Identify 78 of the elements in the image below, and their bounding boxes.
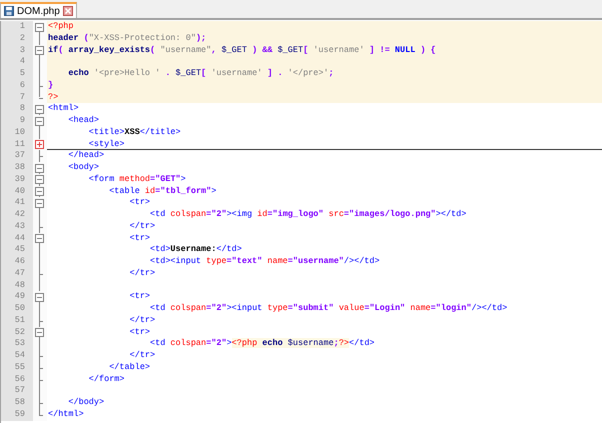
save-icon xyxy=(4,6,14,16)
line-number: 4 xyxy=(1,56,33,68)
line-number: 42 xyxy=(1,209,33,221)
line-number: 11 xyxy=(1,138,33,150)
code-line: if( array_key_exists( "username", $_GET ) && $_GET[ 'username' ] != NULL ) { xyxy=(48,44,436,54)
code-line: <td><input type="text" name="username"/></td> xyxy=(149,256,380,266)
collapse-icon[interactable] xyxy=(35,328,44,337)
line-number: 56 xyxy=(1,374,33,386)
close-icon[interactable] xyxy=(62,6,73,16)
code-line: </tr> xyxy=(128,220,156,231)
line-number: 51 xyxy=(1,314,33,326)
code-line: </body> xyxy=(67,397,104,407)
code-line: <tr> xyxy=(128,197,150,208)
collapse-icon[interactable] xyxy=(35,175,44,184)
code-line: </form> xyxy=(88,374,125,384)
code-line: </tr> xyxy=(128,350,156,360)
code-line: </head> xyxy=(67,150,104,160)
line-number: 1 xyxy=(1,21,33,33)
line-number: 52 xyxy=(1,326,33,338)
code-line: <form method="GET"> xyxy=(88,174,186,184)
code-line: </tr> xyxy=(128,268,156,278)
line-number: 58 xyxy=(1,397,33,409)
code-line: </table> xyxy=(108,362,150,372)
line-number: 49 xyxy=(1,291,33,303)
collapse-icon[interactable] xyxy=(35,187,44,196)
line-number: 3 xyxy=(1,44,33,56)
line-number: 39 xyxy=(1,174,33,186)
code-line: <td colspan="2"><input type="submit" value="Login" name="login"/></td> xyxy=(149,303,508,313)
collapse-icon[interactable] xyxy=(35,104,44,114)
line-number: 9 xyxy=(1,115,33,127)
collapse-icon[interactable] xyxy=(35,46,44,55)
line-number: 10 xyxy=(1,126,33,138)
line-number: 7 xyxy=(1,92,33,104)
collapse-icon[interactable] xyxy=(35,22,44,32)
code-line: </tr> xyxy=(128,314,156,325)
collapse-icon[interactable] xyxy=(35,198,44,208)
line-number: 53 xyxy=(1,338,33,350)
line-number: 59 xyxy=(1,408,33,420)
line-number: 54 xyxy=(1,350,33,362)
code-line: <td>Username:</td> xyxy=(149,244,242,254)
line-number: 46 xyxy=(1,256,33,268)
code-line: <tr> xyxy=(128,291,150,302)
line-number: 37 xyxy=(1,150,33,162)
line-number: 44 xyxy=(1,232,33,244)
collapse-icon[interactable] xyxy=(35,116,44,126)
line-number: 47 xyxy=(1,268,33,280)
code-line: <td colspan="2"><img id="img_logo" src="images/logo.png"></td> xyxy=(149,209,466,219)
line-number: 57 xyxy=(1,385,33,397)
code-line: echo '<pre>Hello ' . $_GET[ 'username' ] . '</pre>'; xyxy=(67,68,334,78)
code-line: } xyxy=(48,80,54,90)
code-line: <head> xyxy=(67,115,100,125)
line-number: 40 xyxy=(1,186,33,198)
line-number: 41 xyxy=(1,197,33,209)
line-number: 38 xyxy=(1,162,33,174)
line-number: 6 xyxy=(1,80,33,92)
line-number: 55 xyxy=(1,362,33,374)
code-line: <body> xyxy=(67,162,100,172)
file-tab[interactable]: DOM.php xyxy=(0,2,77,18)
code-line: <table id="tbl_form"> xyxy=(108,186,216,196)
expand-icon[interactable] xyxy=(35,140,44,149)
line-number: 8 xyxy=(1,103,33,115)
collapse-icon[interactable] xyxy=(35,164,44,172)
collapse-icon[interactable] xyxy=(35,234,44,243)
collapse-icon[interactable] xyxy=(35,292,44,302)
line-number: 45 xyxy=(1,244,33,256)
code-line: <style> xyxy=(88,138,125,148)
code-line: <title>XSS</title> xyxy=(88,126,181,137)
code-line: </html> xyxy=(48,408,84,419)
code-line: header ("X-XSS-Protection: 0"); xyxy=(48,32,206,43)
code-line: <html> xyxy=(48,103,79,114)
line-number: 43 xyxy=(1,220,33,232)
code-line: <tr> xyxy=(128,232,150,242)
line-number: 5 xyxy=(1,68,33,80)
code-line: <td colspan="2"><?php echo $username;?></td> xyxy=(149,338,375,348)
line-number: 2 xyxy=(1,32,33,44)
code-line: <tr> xyxy=(128,326,150,336)
line-number: 48 xyxy=(1,280,33,292)
line-number: 50 xyxy=(1,303,33,315)
